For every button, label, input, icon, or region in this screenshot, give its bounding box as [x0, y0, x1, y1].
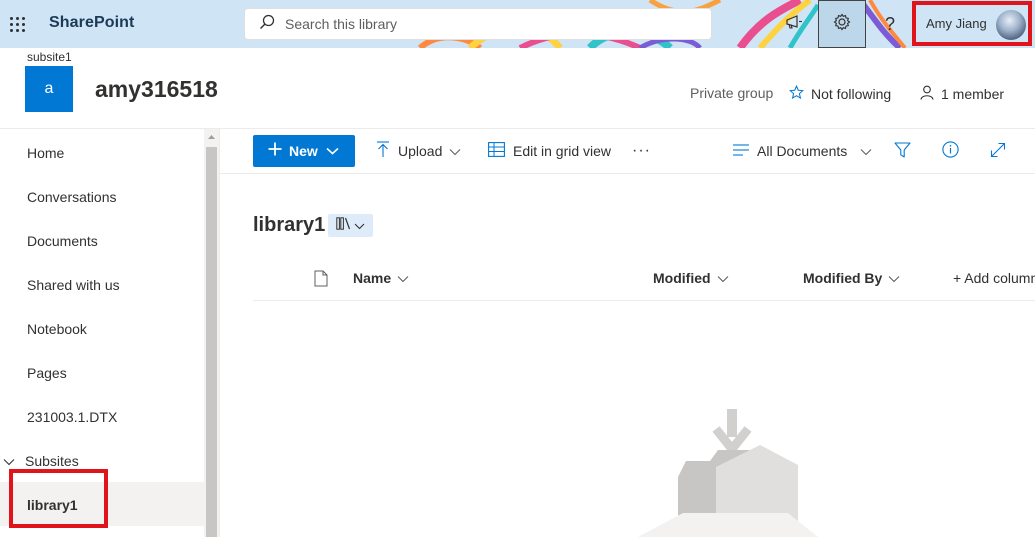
app-name-link[interactable]: SharePoint	[49, 14, 134, 32]
column-header-modified[interactable]: Modified	[653, 270, 729, 286]
nav-item-home[interactable]: Home	[27, 145, 64, 161]
waffle-icon	[9, 16, 25, 32]
edit-in-grid-view-button[interactable]: Edit in grid view	[488, 135, 618, 167]
nav-group-subsites[interactable]: Subsites	[0, 453, 79, 469]
column-header-modified-by-label: Modified By	[803, 270, 883, 286]
follow-label: Not following	[811, 86, 892, 102]
settings-button[interactable]	[818, 0, 866, 48]
library-title: library1	[253, 214, 326, 236]
plus-icon	[267, 141, 283, 162]
account-manager-button[interactable]: Amy Jiang	[912, 1, 1032, 46]
expand-diagonal-icon	[990, 142, 1006, 161]
view-selector-label: All Documents	[757, 143, 848, 159]
expand-button[interactable]	[990, 135, 1006, 167]
announcements-button[interactable]	[770, 0, 818, 48]
site-title[interactable]: amy316518	[95, 76, 218, 103]
upload-label: Upload	[398, 143, 443, 159]
chevron-down-icon	[711, 270, 729, 286]
file-type-column-icon[interactable]	[314, 270, 328, 292]
chevron-down-icon	[326, 142, 339, 160]
nav-item-conversations[interactable]: Conversations	[27, 189, 117, 205]
suite-bar: SharePoint Search this library ? Amy Jia…	[0, 0, 1035, 48]
nav-item-documents[interactable]: Documents	[27, 233, 98, 249]
empty-folder-illustration	[638, 409, 818, 537]
column-header-name-label: Name	[353, 270, 392, 286]
column-header-name[interactable]: Name	[353, 270, 409, 286]
site-logo[interactable]: a	[25, 66, 73, 112]
column-header-modified-by[interactable]: Modified By	[803, 270, 900, 286]
info-pane-button[interactable]	[942, 135, 959, 167]
chevron-down-icon	[882, 270, 900, 286]
members-label: 1 member	[941, 86, 1005, 102]
nav-scrollbar-thumb[interactable]	[206, 147, 217, 537]
privacy-label: Private group	[690, 85, 774, 101]
filter-button[interactable]	[894, 135, 911, 167]
person-icon	[920, 85, 941, 103]
app-launcher-button[interactable]	[0, 0, 34, 48]
chevron-down-icon	[354, 217, 365, 235]
scroll-up-arrow-icon[interactable]	[206, 132, 217, 142]
search-box[interactable]: Search this library	[244, 8, 712, 40]
upload-button[interactable]: Upload	[376, 135, 461, 167]
library-books-icon	[336, 216, 351, 235]
list-view-icon	[733, 143, 749, 159]
star-icon	[788, 84, 811, 103]
gear-icon	[833, 13, 851, 36]
list-header-divider	[253, 300, 1035, 301]
question-mark-icon: ?	[884, 13, 895, 34]
search-placeholder: Search this library	[285, 16, 398, 32]
new-button[interactable]: New	[253, 135, 355, 167]
filter-funnel-icon	[894, 141, 911, 161]
megaphone-icon	[785, 14, 803, 35]
highlight-box-library1	[9, 469, 108, 528]
nav-item-notebook[interactable]: Notebook	[27, 321, 87, 337]
parent-site-link[interactable]: subsite1	[27, 50, 72, 64]
chevron-down-icon	[449, 143, 461, 159]
chevron-down-icon	[860, 143, 872, 159]
upload-arrow-icon	[376, 141, 390, 161]
nav-item-pages[interactable]: Pages	[27, 365, 67, 381]
column-header-modified-label: Modified	[653, 270, 711, 286]
avatar	[996, 10, 1026, 40]
chevron-down-icon	[391, 270, 409, 286]
nav-item-shared-with-us[interactable]: Shared with us	[27, 277, 120, 293]
commandbar-divider	[220, 173, 1035, 174]
search-icon	[259, 14, 275, 35]
grid-table-icon	[488, 142, 505, 160]
members-button[interactable]: 1 member	[920, 85, 1004, 103]
user-name: Amy Jiang	[926, 16, 987, 31]
nav-group-label: Subsites	[25, 453, 79, 469]
edit-in-grid-view-label: Edit in grid view	[513, 143, 612, 159]
library-view-switcher[interactable]	[328, 214, 373, 237]
follow-button[interactable]: Not following	[788, 84, 892, 103]
view-selector-button[interactable]: All Documents	[733, 135, 872, 167]
help-button[interactable]: ?	[866, 0, 914, 48]
nav-item-231003-dtx[interactable]: 231003.1.DTX	[27, 409, 117, 425]
new-label: New	[289, 143, 318, 159]
info-icon	[942, 141, 959, 161]
chevron-down-icon	[3, 453, 15, 469]
add-column-button[interactable]: + Add column	[953, 270, 1035, 286]
more-commands-button[interactable]: ···	[632, 135, 651, 167]
